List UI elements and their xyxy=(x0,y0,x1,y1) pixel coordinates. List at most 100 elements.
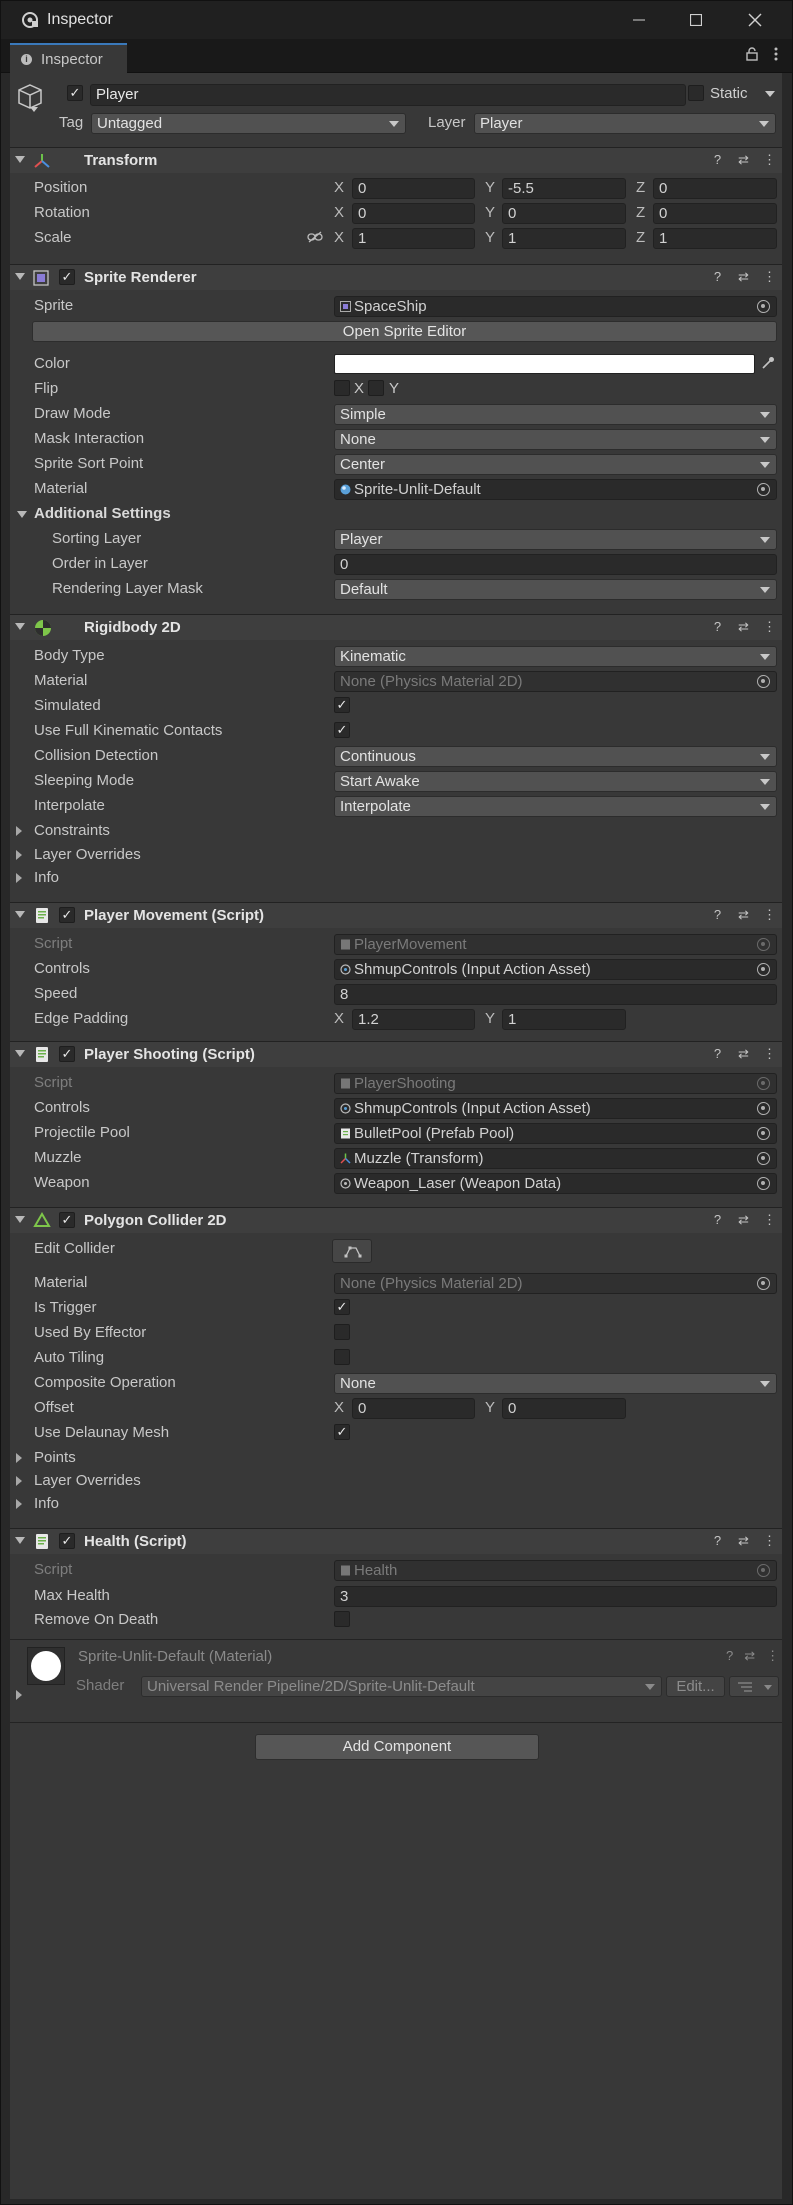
remove-on-death-checkbox[interactable] xyxy=(334,1611,350,1627)
additional-settings-foldout-icon[interactable] xyxy=(17,511,27,518)
more-options-icon[interactable] xyxy=(774,47,778,61)
foldout-arrow-icon[interactable] xyxy=(15,623,25,630)
player-shooting-header[interactable]: ✓ Player Shooting (Script) ? ⇄ ⋮ xyxy=(10,1041,782,1067)
rotation-y-field[interactable]: 0 xyxy=(502,203,626,224)
flip-x-checkbox[interactable] xyxy=(334,380,350,396)
sprite-renderer-header[interactable]: ✓ Sprite Renderer ? ⇄ ⋮ xyxy=(10,264,782,290)
player-shooting-enabled-checkbox[interactable]: ✓ xyxy=(59,1046,75,1062)
rotation-z-field[interactable]: 0 xyxy=(653,203,777,224)
component-menu-icon[interactable]: ⋮ xyxy=(763,269,776,285)
info-foldout-icon[interactable] xyxy=(16,873,22,883)
foldout-arrow-icon[interactable] xyxy=(15,1216,25,1223)
material-foldout-icon[interactable] xyxy=(16,1690,22,1700)
additional-settings-label[interactable]: Additional Settings xyxy=(34,505,171,522)
presets-icon[interactable]: ⇄ xyxy=(737,1046,750,1062)
use-delaunay-checkbox[interactable]: ✓ xyxy=(334,1424,350,1440)
object-name-field[interactable]: Player xyxy=(90,84,686,106)
help-icon[interactable]: ? xyxy=(711,152,724,168)
lock-icon[interactable] xyxy=(746,47,758,61)
pc-material-field[interactable]: None (Physics Material 2D) xyxy=(334,1273,777,1294)
tag-dropdown[interactable]: Untagged xyxy=(91,113,406,134)
constraints-foldout-icon[interactable] xyxy=(16,826,22,836)
projectile-pool-field[interactable]: BulletPool (Prefab Pool) xyxy=(334,1123,777,1144)
component-menu-icon[interactable]: ⋮ xyxy=(763,1533,776,1549)
foldout-arrow-icon[interactable] xyxy=(15,156,25,163)
presets-icon[interactable]: ⇄ xyxy=(737,1212,750,1228)
sprite-field[interactable]: SpaceShip xyxy=(334,296,777,317)
close-button[interactable] xyxy=(725,1,785,39)
shader-options-button[interactable] xyxy=(729,1676,779,1697)
sleeping-mode-dropdown[interactable]: Start Awake xyxy=(334,771,777,792)
edge-padding-x-field[interactable]: 1.2 xyxy=(352,1009,475,1030)
draw-mode-dropdown[interactable]: Simple xyxy=(334,404,777,425)
icon-dropdown-arrow[interactable] xyxy=(30,107,38,112)
help-icon[interactable]: ? xyxy=(711,907,724,923)
layer-overrides-foldout-icon[interactable] xyxy=(16,1476,22,1486)
offset-x-field[interactable]: 0 xyxy=(352,1398,475,1419)
interpolate-dropdown[interactable]: Interpolate xyxy=(334,796,777,817)
component-menu-icon[interactable]: ⋮ xyxy=(763,907,776,923)
foldout-arrow-icon[interactable] xyxy=(15,911,25,918)
presets-icon[interactable]: ⇄ xyxy=(744,1648,755,1664)
speed-field[interactable]: 8 xyxy=(334,984,777,1005)
weapon-field[interactable]: Weapon_Laser (Weapon Data) xyxy=(334,1173,777,1194)
presets-icon[interactable]: ⇄ xyxy=(737,269,750,285)
used-by-effector-checkbox[interactable] xyxy=(334,1324,350,1340)
constrain-proportions-icon[interactable] xyxy=(307,231,323,243)
component-menu-icon[interactable]: ⋮ xyxy=(763,619,776,635)
points-foldout-icon[interactable] xyxy=(16,1453,22,1463)
order-in-layer-field[interactable]: 0 xyxy=(334,554,777,575)
rigidbody2d-header[interactable]: Rigidbody 2D ? ⇄ ⋮ xyxy=(10,614,782,640)
layer-overrides-label[interactable]: Layer Overrides xyxy=(34,846,141,863)
pc-info-label[interactable]: Info xyxy=(34,1495,59,1512)
pc-layer-overrides-label[interactable]: Layer Overrides xyxy=(34,1472,141,1489)
collision-detection-dropdown[interactable]: Continuous xyxy=(334,746,777,767)
info-label[interactable]: Info xyxy=(34,869,59,886)
object-picker-icon[interactable] xyxy=(757,300,770,313)
scale-y-field[interactable]: 1 xyxy=(502,228,626,249)
edit-collider-button[interactable] xyxy=(332,1239,372,1263)
foldout-arrow-icon[interactable] xyxy=(15,1537,25,1544)
static-dropdown-arrow[interactable] xyxy=(765,91,775,97)
is-trigger-checkbox[interactable]: ✓ xyxy=(334,1299,350,1315)
sprite-sort-point-dropdown[interactable]: Center xyxy=(334,454,777,475)
object-picker-icon[interactable] xyxy=(757,1102,770,1115)
open-sprite-editor-button[interactable]: Open Sprite Editor xyxy=(32,321,777,342)
player-movement-header[interactable]: ✓ Player Movement (Script) ? ⇄ ⋮ xyxy=(10,902,782,928)
scale-z-field[interactable]: 1 xyxy=(653,228,777,249)
composite-operation-dropdown[interactable]: None xyxy=(334,1373,777,1394)
component-menu-icon[interactable]: ⋮ xyxy=(763,1212,776,1228)
presets-icon[interactable]: ⇄ xyxy=(737,907,750,923)
shader-dropdown[interactable]: Universal Render Pipeline/2D/Sprite-Unli… xyxy=(141,1676,662,1697)
presets-icon[interactable]: ⇄ xyxy=(737,619,750,635)
component-menu-icon[interactable]: ⋮ xyxy=(763,152,776,168)
health-header[interactable]: ✓ Health (Script) ? ⇄ ⋮ xyxy=(10,1528,782,1554)
polygon-collider-enabled-checkbox[interactable]: ✓ xyxy=(59,1212,75,1228)
scale-x-field[interactable]: 1 xyxy=(352,228,475,249)
help-icon[interactable]: ? xyxy=(726,1648,733,1664)
sorting-layer-dropdown[interactable]: Player xyxy=(334,529,777,550)
material-field[interactable]: Sprite-Unlit-Default xyxy=(334,479,777,500)
object-picker-icon[interactable] xyxy=(757,1177,770,1190)
color-swatch[interactable] xyxy=(334,354,755,374)
rotation-x-field[interactable]: 0 xyxy=(352,203,475,224)
flip-y-checkbox[interactable] xyxy=(368,380,384,396)
eyedropper-icon[interactable] xyxy=(761,356,775,370)
object-picker-icon[interactable] xyxy=(757,1277,770,1290)
minimize-button[interactable] xyxy=(609,1,669,39)
static-checkbox[interactable] xyxy=(688,85,704,101)
player-movement-enabled-checkbox[interactable]: ✓ xyxy=(59,907,75,923)
foldout-arrow-icon[interactable] xyxy=(15,1050,25,1057)
help-icon[interactable]: ? xyxy=(711,1046,724,1062)
position-y-field[interactable]: -5.5 xyxy=(502,178,626,199)
object-picker-icon[interactable] xyxy=(757,1152,770,1165)
add-component-button[interactable]: Add Component xyxy=(255,1734,539,1760)
health-enabled-checkbox[interactable]: ✓ xyxy=(59,1533,75,1549)
rendering-layer-mask-dropdown[interactable]: Default xyxy=(334,579,777,600)
active-checkbox[interactable]: ✓ xyxy=(67,85,83,101)
full-kinematic-contacts-checkbox[interactable]: ✓ xyxy=(334,722,350,738)
pm-controls-field[interactable]: ShmupControls (Input Action Asset) xyxy=(334,959,777,980)
presets-icon[interactable]: ⇄ xyxy=(737,152,750,168)
help-icon[interactable]: ? xyxy=(711,1212,724,1228)
position-x-field[interactable]: 0 xyxy=(352,178,475,199)
